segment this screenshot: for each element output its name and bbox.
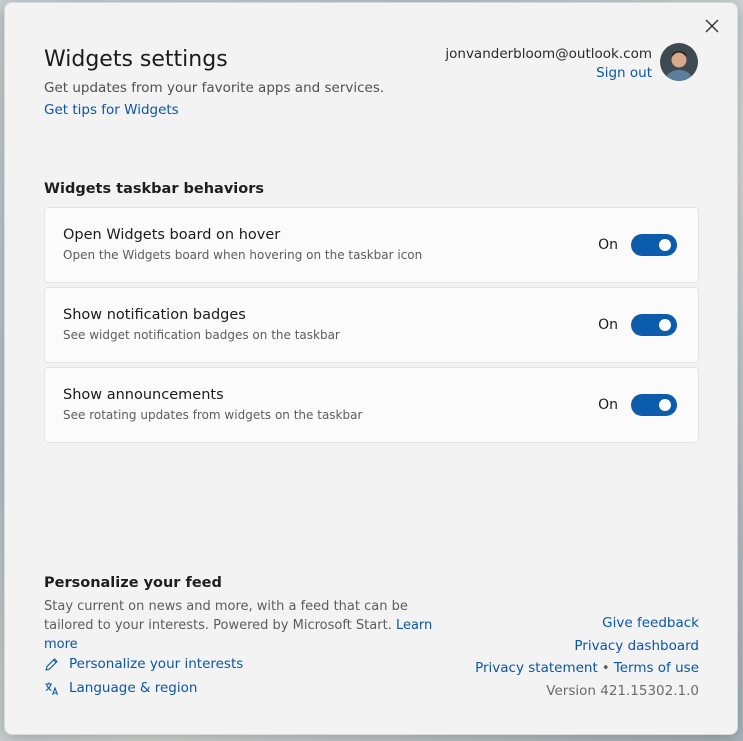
version-label: Version 421.15302.1.0 (546, 682, 699, 699)
setting-description: Open the Widgets board when hovering on … (63, 248, 423, 262)
link-separator: • (601, 660, 610, 676)
tips-link[interactable]: Get tips for Widgets (44, 102, 179, 118)
feed-description-text: Stay current on news and more, with a fe… (44, 599, 408, 633)
user-photo-icon (660, 43, 698, 81)
language-region-button[interactable]: Language & region (44, 680, 197, 696)
sign-out-link[interactable]: Sign out (596, 65, 652, 81)
give-feedback-link[interactable]: Give feedback (602, 615, 699, 631)
language-region-label: Language & region (69, 680, 198, 696)
personalize-interests-button[interactable]: Personalize your interests (44, 656, 243, 672)
close-icon (705, 19, 719, 33)
account-email: jonvanderbloom@outlook.com (445, 46, 652, 62)
avatar[interactable] (660, 43, 698, 81)
setting-title: Show announcements (63, 387, 224, 403)
widgets-settings-dialog: Widgets settings Get updates from your f… (4, 2, 738, 735)
setting-card-hover: Open Widgets board on hover Open the Wid… (44, 207, 699, 283)
privacy-statement-link[interactable]: Privacy statement (475, 660, 598, 676)
privacy-dashboard-link[interactable]: Privacy dashboard (574, 638, 699, 654)
pencil-icon (44, 657, 59, 672)
feed-description: Stay current on news and more, with a fe… (44, 597, 454, 654)
page-title: Widgets settings (44, 47, 228, 72)
close-button[interactable] (701, 15, 723, 37)
page-subtitle: Get updates from your favorite apps and … (44, 80, 385, 96)
setting-card-announcements: Show announcements See rotating updates … (44, 367, 699, 443)
footer-links: Give feedback Privacy dashboard Privacy … (475, 612, 699, 702)
setting-title: Show notification badges (63, 307, 246, 323)
setting-description: See widget notification badges on the ta… (63, 328, 340, 342)
setting-card-badges: Show notification badges See widget noti… (44, 287, 699, 363)
toggle-state-label: On (598, 397, 618, 413)
language-icon (44, 681, 59, 696)
setting-description: See rotating updates from widgets on the… (63, 408, 363, 422)
terms-of-use-link[interactable]: Terms of use (614, 660, 699, 676)
personalize-interests-label: Personalize your interests (69, 656, 244, 672)
toggle-knob (659, 319, 671, 331)
toggle-knob (659, 399, 671, 411)
badges-toggle[interactable] (631, 314, 677, 336)
taskbar-section-title: Widgets taskbar behaviors (44, 181, 265, 197)
toggle-state-label: On (598, 237, 618, 253)
toggle-knob (659, 239, 671, 251)
setting-title: Open Widgets board on hover (63, 227, 281, 243)
announcements-toggle[interactable] (631, 394, 677, 416)
toggle-state-label: On (598, 317, 618, 333)
feed-section-title: Personalize your feed (44, 575, 222, 591)
hover-toggle[interactable] (631, 234, 677, 256)
